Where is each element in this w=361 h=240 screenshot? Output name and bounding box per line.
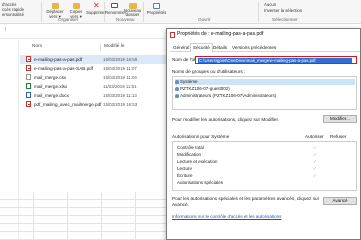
permission-name: Modification xyxy=(177,152,202,157)
advanced-button[interactable]: Avancé xyxy=(323,197,357,205)
access-control-help-link[interactable]: Informations sur le contrôle d'accès et … xyxy=(172,214,281,219)
column-separator[interactable] xyxy=(100,43,101,51)
group-label-select: Sélectionner xyxy=(272,17,298,22)
file-date: 15/03/2019 16:53 xyxy=(103,101,138,107)
ribbon-item-custom[interactable]: ersonnalisé xyxy=(2,12,24,17)
pdf-file-icon xyxy=(26,65,31,72)
file-name: mail_merge.docx xyxy=(34,92,69,98)
permission-name: Lecture xyxy=(177,166,193,171)
group-item[interactable]: Administrateurs (PZTKZ106-07\Administrat… xyxy=(175,93,276,99)
file-row[interactable]: e-mailing-pas-a-pas-SAB.pdf 15/03/2019 1… xyxy=(20,64,167,73)
file-name: e-mailing-pas-a-pas.pdf xyxy=(34,56,83,62)
modify-button[interactable]: Modifier... xyxy=(323,115,357,123)
file-date: 15/03/2019 16:59 xyxy=(103,56,138,62)
ribbon-separator xyxy=(41,2,42,22)
spreadsheet-background xyxy=(0,192,168,240)
properties-button[interactable]: Propriétés xyxy=(146,10,167,15)
object-name-field[interactable]: C:\Users\gpiet\OneDrive\mail_merge\e-mai… xyxy=(195,56,357,64)
tab-details[interactable]: Détails xyxy=(211,44,229,52)
file-date: 11/03/2019 11:51 xyxy=(103,83,137,89)
permission-name: Autorisations spéciales xyxy=(177,180,224,185)
file-row[interactable]: mail_merge.csv 15/03/2019 11:04 xyxy=(20,73,167,82)
user-icon xyxy=(175,86,179,91)
file-row[interactable]: mail_merge.docx 15/03/2019 11:13 xyxy=(20,91,167,100)
file-name: mail_merge.xlsx xyxy=(34,83,68,89)
pdf-file-icon xyxy=(26,101,31,108)
advanced-hint-line2: Avancé. xyxy=(172,202,189,207)
allow-checkmark: ✓ xyxy=(313,145,317,150)
advanced-hint-line1: Pour les autorisations spéciales et les … xyxy=(172,196,320,201)
csv-file-icon xyxy=(26,74,31,81)
pdf-file-icon xyxy=(170,31,175,38)
allow-checkmark: ✓ xyxy=(313,173,317,178)
groups-label: Noms de groupes ou d'utilisateurs : xyxy=(172,69,246,74)
ribbon-separator xyxy=(258,2,259,22)
properties-dialog: Propriétés de : e-mailing-pas-a-pas.pdf … xyxy=(166,28,361,240)
permissions-list: Contrôle total ✓ Modification ✓ Lecture … xyxy=(172,141,357,191)
tab-previous-versions[interactable]: Versions précédentes xyxy=(230,44,278,52)
column-header-modified[interactable]: Modifié le xyxy=(104,44,125,49)
ribbon-separator xyxy=(104,2,105,22)
allow-header: Autoriser xyxy=(305,134,324,139)
rename-button[interactable]: Renommer xyxy=(105,10,126,15)
file-date: 15/03/2019 11:07 xyxy=(103,65,137,71)
allow-checkmark: ✓ xyxy=(313,159,317,164)
group-label-open: Ouvrir xyxy=(198,17,211,22)
select-none-button[interactable]: Aucun xyxy=(264,2,276,7)
column-header-name[interactable]: Nom xyxy=(32,44,42,49)
file-row[interactable]: mail_merge.xlsx 11/03/2019 11:51 xyxy=(20,82,167,91)
file-name: mail_merge.csv xyxy=(34,74,67,80)
group-label-new: Nouveau xyxy=(116,17,135,22)
permissions-label: Autorisations pour Système xyxy=(172,134,230,139)
group-label-organize: Organiser xyxy=(58,17,79,22)
properties-icon xyxy=(153,3,160,9)
delete-button[interactable]: Supprimer xyxy=(86,10,106,15)
allow-checkmark: ✓ xyxy=(313,166,317,171)
ribbon-separator xyxy=(143,2,144,22)
dialog-tabs: Général Sécurité Détails Versions précéd… xyxy=(170,43,360,53)
file-date: 15/03/2019 11:13 xyxy=(103,92,137,98)
users-icon xyxy=(175,93,179,98)
file-row[interactable]: e-mailing-pas-a-pas.pdf 15/03/2019 16:59 xyxy=(20,55,167,64)
excel-file-icon xyxy=(26,83,31,90)
file-date: 15/03/2019 11:04 xyxy=(103,74,137,80)
up-arrow-icon[interactable]: ↑ xyxy=(4,27,7,33)
tab-general[interactable]: Général xyxy=(171,44,191,52)
tab-security[interactable]: Sécurité xyxy=(190,43,213,53)
file-name: pdf_mailing_avec_mailmerge.pdf xyxy=(34,101,102,107)
modify-hint: Pour modifier les autorisations, cliquez… xyxy=(172,117,280,122)
word-file-icon xyxy=(26,92,31,99)
permission-name: Lecture et exécution xyxy=(177,159,218,164)
deny-header: Refuser xyxy=(330,134,347,139)
permission-name: Écriture xyxy=(177,173,193,178)
groups-list[interactable]: Système PZTKZ106-07-guest002) Administra… xyxy=(172,76,357,110)
file-name: e-mailing-pas-a-pas-SAB.pdf xyxy=(34,65,93,71)
rename-icon xyxy=(111,3,118,8)
permission-name: Contrôle total xyxy=(177,145,204,150)
group-item[interactable]: PZTKZ106-07-guest002) xyxy=(175,86,230,92)
users-icon xyxy=(175,79,179,84)
file-row[interactable]: pdf_mailing_avec_mailmerge.pdf 15/03/201… xyxy=(20,100,167,109)
explorer-ribbon: d'accès ccès rapide ersonnalisé Déplacer… xyxy=(0,0,361,24)
dialog-title: Propriétés de : e-mailing-pas-a-pas.pdf xyxy=(177,31,264,37)
pdf-file-icon xyxy=(26,56,31,63)
group-item[interactable]: Système xyxy=(175,79,355,85)
invert-selection-button[interactable]: Inverser la sélection xyxy=(264,8,302,13)
allow-checkmark: ✓ xyxy=(313,152,317,157)
object-name-value: C:\Users\gpiet\OneDrive\mail_merge\e-mai… xyxy=(198,57,352,63)
delete-icon: ✕ xyxy=(93,1,100,10)
